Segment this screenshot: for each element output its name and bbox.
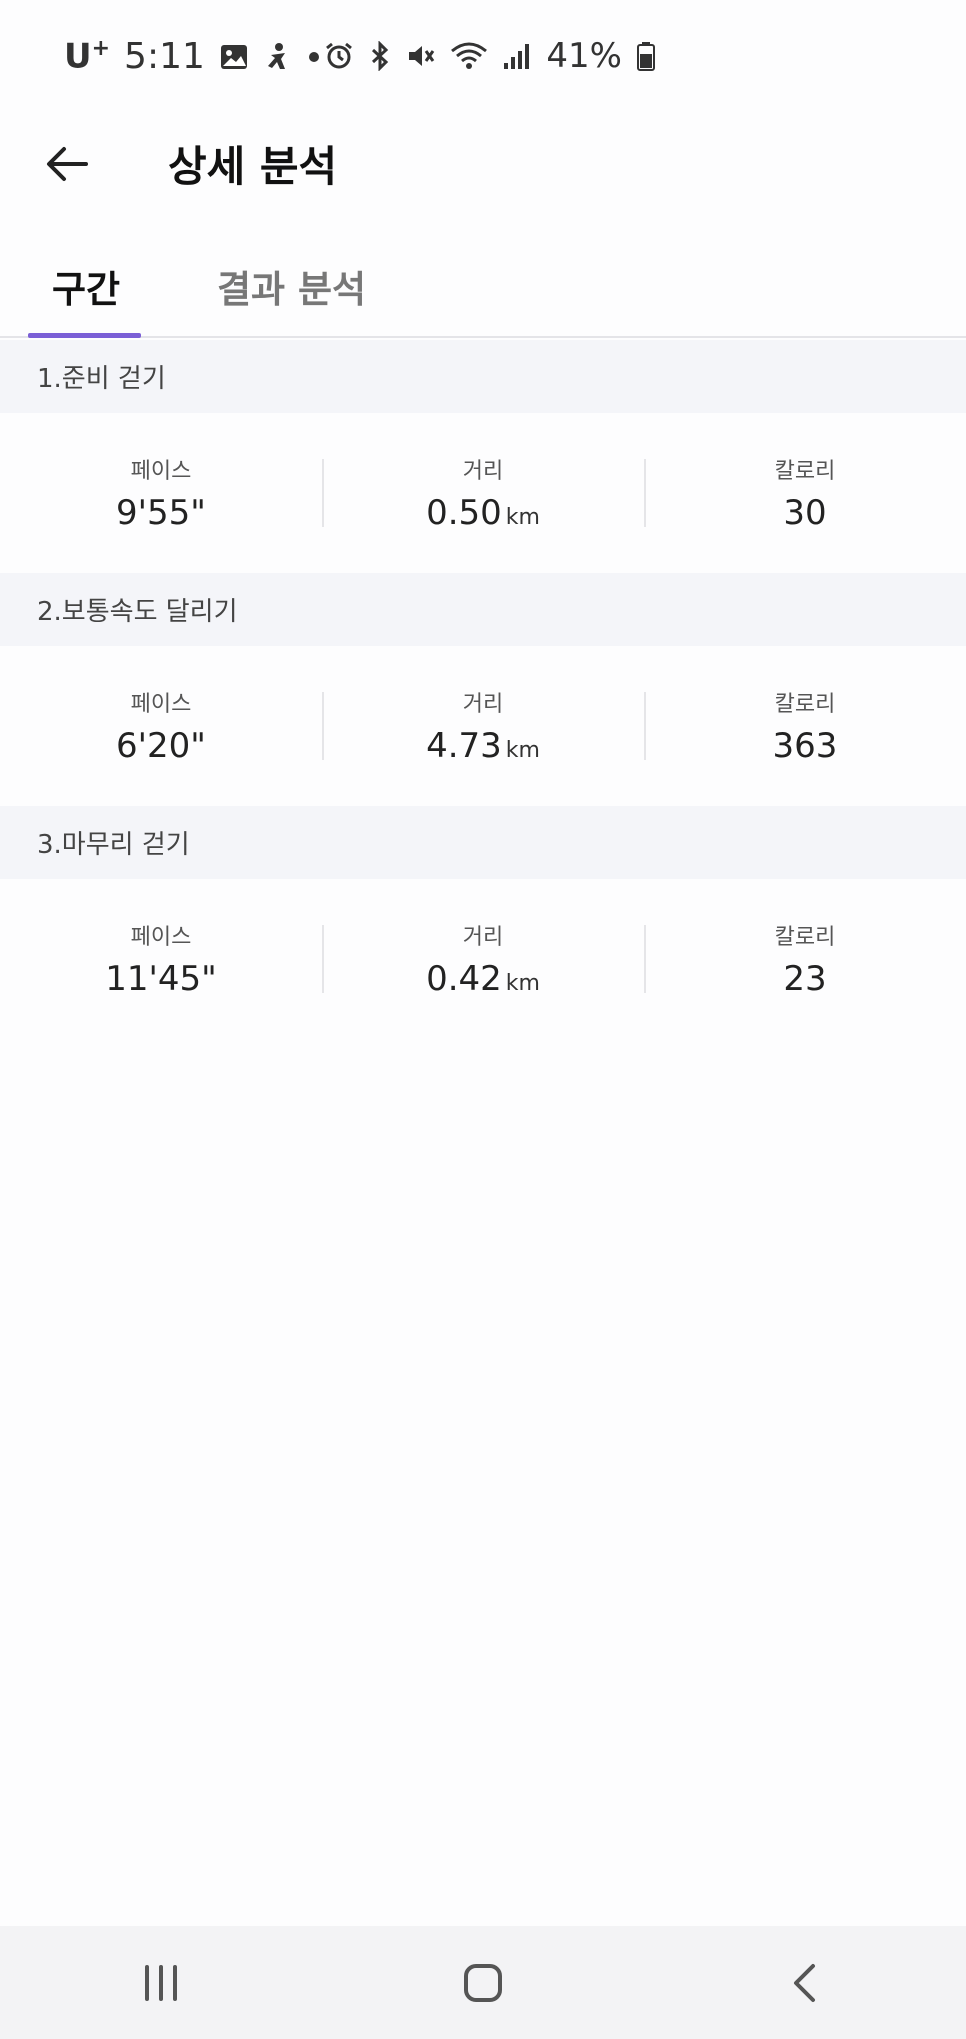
mute-icon bbox=[406, 41, 436, 71]
status-bar: U+ 5:11 41% bbox=[0, 0, 966, 115]
segment-list: 1.준비 걷기 페이스 9'55" 거리 0.50 km 칼로리 30 2.보통속… bbox=[0, 340, 966, 1039]
calorie-label: 칼로리 bbox=[774, 692, 836, 717]
tab-result-analysis[interactable]: 결과 분석 bbox=[217, 259, 366, 313]
pace-value: 6'20" bbox=[116, 726, 206, 766]
status-left: U+ 5:11 bbox=[64, 36, 321, 77]
pace-label: 페이스 bbox=[130, 692, 192, 717]
pace-label: 페이스 bbox=[130, 459, 192, 484]
pace-stat: 페이스 9'55" bbox=[0, 453, 322, 533]
distance-stat: 거리 0.50 km bbox=[322, 453, 644, 533]
calorie-stat: 칼로리 23 bbox=[644, 919, 966, 999]
segment-stats: 페이스 9'55" 거리 0.50 km 칼로리 30 bbox=[0, 413, 966, 573]
app-bar: 상세 분석 bbox=[0, 115, 966, 245]
battery-icon bbox=[636, 41, 656, 71]
segment-header: 1.준비 걷기 bbox=[0, 340, 966, 413]
calorie-stat: 칼로리 363 bbox=[644, 686, 966, 766]
distance-unit: km bbox=[505, 738, 540, 763]
calorie-value: 30 bbox=[783, 493, 827, 533]
bluetooth-icon bbox=[368, 41, 392, 71]
accessibility-icon bbox=[263, 42, 293, 72]
status-right: 41% bbox=[324, 36, 656, 76]
calorie-value: 23 bbox=[783, 959, 827, 999]
distance-value: 0.50 bbox=[426, 493, 502, 533]
recent-apps-button[interactable] bbox=[101, 1943, 221, 2023]
calorie-value: 363 bbox=[772, 726, 838, 766]
page-title: 상세 분석 bbox=[168, 142, 338, 191]
pace-stat: 페이스 11'45" bbox=[0, 919, 322, 999]
pace-label: 페이스 bbox=[130, 925, 192, 950]
carrier-label: U+ bbox=[64, 36, 111, 77]
clock: 5:11 bbox=[124, 36, 205, 77]
back-button[interactable] bbox=[38, 135, 96, 193]
segment-section: 2.보통속도 달리기 페이스 6'20" 거리 4.73 km 칼로리 363 bbox=[0, 573, 966, 806]
segment-header: 3.마무리 걷기 bbox=[0, 806, 966, 879]
segment-section: 1.준비 걷기 페이스 9'55" 거리 0.50 km 칼로리 30 bbox=[0, 340, 966, 573]
signal-icon bbox=[502, 41, 532, 71]
distance-label: 거리 bbox=[462, 459, 504, 484]
recent-apps-icon bbox=[145, 1964, 177, 2001]
system-nav-bar bbox=[0, 1926, 966, 2039]
battery-percent: 41% bbox=[546, 36, 622, 76]
segment-stats: 페이스 11'45" 거리 0.42 km 칼로리 23 bbox=[0, 879, 966, 1039]
pace-value: 9'55" bbox=[116, 493, 206, 533]
gallery-icon bbox=[219, 42, 249, 72]
calorie-stat: 칼로리 30 bbox=[644, 453, 966, 533]
dot-icon bbox=[307, 50, 321, 64]
tab-bar: 구간 결과 분석 bbox=[0, 245, 966, 338]
distance-value: 0.42 bbox=[426, 959, 502, 999]
distance-label: 거리 bbox=[462, 692, 504, 717]
segment-section: 3.마무리 걷기 페이스 11'45" 거리 0.42 km 칼로리 23 bbox=[0, 806, 966, 1039]
home-button[interactable] bbox=[423, 1943, 543, 2023]
system-back-button[interactable] bbox=[745, 1943, 865, 2023]
calorie-label: 칼로리 bbox=[774, 925, 836, 950]
distance-stat: 거리 0.42 km bbox=[322, 919, 644, 999]
chevron-left-icon bbox=[794, 1963, 815, 2002]
wifi-icon bbox=[450, 41, 488, 71]
alarm-icon bbox=[324, 41, 354, 71]
distance-label: 거리 bbox=[462, 925, 504, 950]
segment-stats: 페이스 6'20" 거리 4.73 km 칼로리 363 bbox=[0, 646, 966, 806]
distance-stat: 거리 4.73 km bbox=[322, 686, 644, 766]
home-icon bbox=[464, 1963, 502, 2002]
calorie-label: 칼로리 bbox=[774, 459, 836, 484]
pace-value: 11'45" bbox=[105, 959, 217, 999]
tab-segments[interactable]: 구간 bbox=[52, 259, 120, 313]
distance-unit: km bbox=[505, 505, 540, 530]
tab-indicator bbox=[28, 333, 141, 338]
distance-unit: km bbox=[505, 971, 540, 996]
segment-header: 2.보통속도 달리기 bbox=[0, 573, 966, 646]
distance-value: 4.73 bbox=[426, 726, 502, 766]
arrow-left-icon bbox=[47, 147, 88, 181]
pace-stat: 페이스 6'20" bbox=[0, 686, 322, 766]
